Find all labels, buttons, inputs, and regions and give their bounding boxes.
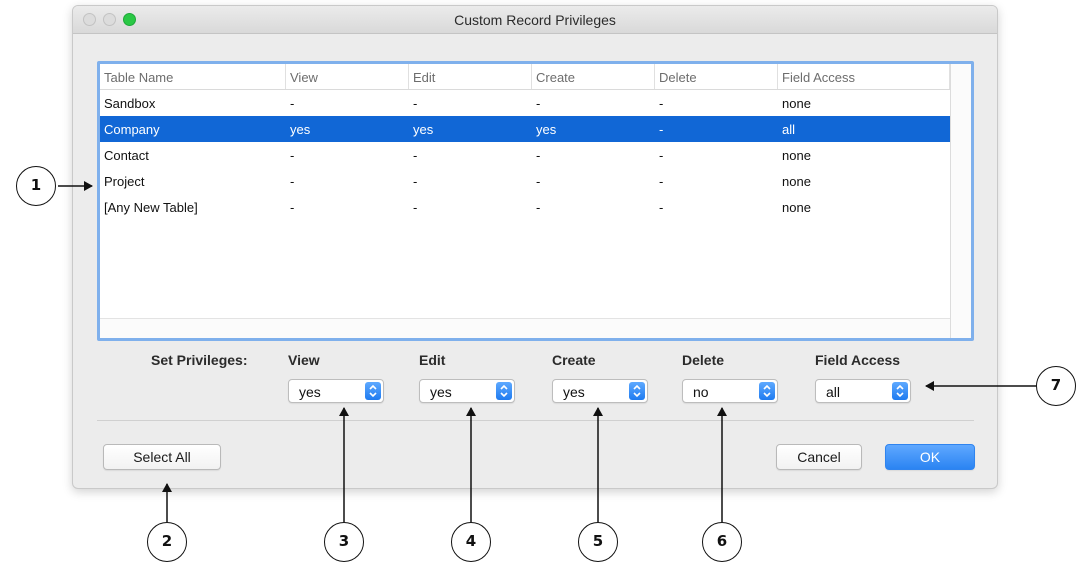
callout-2: 2: [147, 522, 187, 562]
callout-6: 6: [702, 522, 742, 562]
callout-3: 3: [324, 522, 364, 562]
callout-5: 5: [578, 522, 618, 562]
annotation-arrows: [58, 181, 1036, 522]
callout-1: 1: [16, 166, 56, 206]
callout-7: 7: [1036, 366, 1076, 406]
callout-4: 4: [451, 522, 491, 562]
